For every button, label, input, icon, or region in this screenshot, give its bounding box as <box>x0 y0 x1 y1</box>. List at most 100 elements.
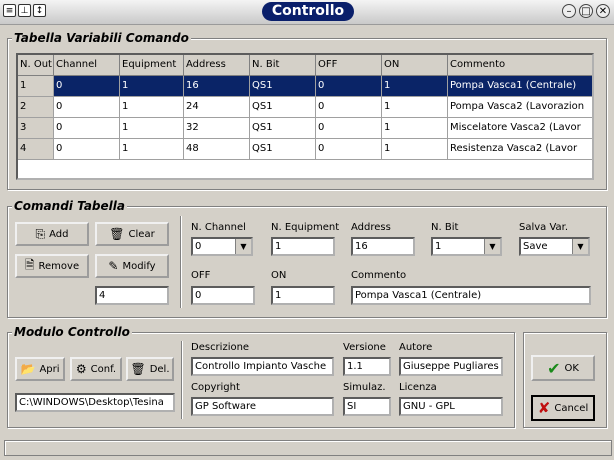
column-header[interactable]: ON <box>382 55 448 76</box>
table-cell[interactable]: 1 <box>120 97 184 118</box>
apri-button[interactable]: 📂 Apri <box>15 357 65 381</box>
descrizione-label: Descrizione <box>191 342 250 353</box>
table-cell[interactable]: 4 <box>18 139 54 160</box>
cancel-button[interactable]: ✘ Cancel <box>531 395 595 421</box>
cancel-icon: ✘ <box>537 399 551 417</box>
commento-field[interactable]: Pompa Vasca1 (Centrale) <box>351 286 591 305</box>
table-cell[interactable]: 0 <box>316 76 382 97</box>
salva-select[interactable]: Save ▼ <box>519 237 590 256</box>
conf-button[interactable]: ⚙ Conf. <box>70 357 122 381</box>
del-button[interactable]: 🗑 Del. <box>126 357 174 381</box>
table-cell[interactable]: 1 <box>382 97 448 118</box>
minimize-icon[interactable]: – <box>562 4 576 18</box>
copyright-field[interactable]: GP Software <box>191 397 334 416</box>
table-cell[interactable]: 1 <box>382 76 448 97</box>
address-field[interactable]: 16 <box>351 237 415 256</box>
autore-label: Autore <box>399 342 433 353</box>
table-cell[interactable]: 32 <box>184 118 250 139</box>
n-bit-select[interactable]: 1 ▼ <box>431 237 502 256</box>
title-bar[interactable]: ≡ ⊥ ↕ Controllo – □ ✕ <box>0 0 614 25</box>
table-cell[interactable]: 1 <box>120 76 184 97</box>
table-cell[interactable]: 0 <box>54 97 120 118</box>
table-cell[interactable]: QS1 <box>250 76 316 97</box>
column-header[interactable]: OFF <box>316 55 382 76</box>
table-group-label: Tabella Variabili Comando <box>12 31 191 45</box>
separator <box>180 216 181 308</box>
config-icon: ⚙ <box>75 362 87 376</box>
n-channel-select[interactable]: 0 ▼ <box>191 237 253 256</box>
table-cell[interactable]: Pompa Vasca1 (Centrale) <box>448 76 592 97</box>
table-cell[interactable]: 2 <box>18 97 54 118</box>
n-equipment-field[interactable]: 1 <box>271 237 335 256</box>
modulo-group-label: Modulo Controllo <box>12 325 132 339</box>
address-label: Address <box>351 222 391 233</box>
clear-button[interactable]: 🗑 Clear <box>95 222 169 246</box>
table-cell[interactable]: 1 <box>120 139 184 160</box>
simulaz-field[interactable]: SI <box>343 397 391 416</box>
add-button[interactable]: ⎘ Add <box>15 222 89 246</box>
table-row[interactable]: 4 0 1 48 QS1 0 1 Resistenza Vasca2 (Lavor <box>18 139 592 160</box>
table-cell[interactable]: 0 <box>316 97 382 118</box>
copy-icon: ⎘ <box>35 226 46 241</box>
versione-field[interactable]: 1.1 <box>343 357 391 376</box>
licenza-field[interactable]: GNU - GPL <box>399 397 503 416</box>
folder-open-icon: 📂 <box>20 362 36 376</box>
table-cell[interactable]: 0 <box>54 76 120 97</box>
table-cell[interactable]: 0 <box>316 139 382 160</box>
table-cell[interactable]: 48 <box>184 139 250 160</box>
column-header[interactable]: N. Out. <box>18 55 54 76</box>
remove-button[interactable]: 🗎 Remove <box>15 254 89 278</box>
window-menu-icon[interactable]: ≡ <box>3 4 16 17</box>
table-cell[interactable]: 1 <box>18 76 54 97</box>
autore-field[interactable]: Giuseppe Pugliares <box>399 357 503 376</box>
column-header[interactable]: Channel <box>54 55 120 76</box>
licenza-label: Licenza <box>399 382 437 393</box>
table-cell[interactable]: 0 <box>54 139 120 160</box>
edit-icon: ✎ <box>108 259 119 273</box>
pin-icon[interactable]: ⊥ <box>18 4 31 17</box>
chevron-down-icon[interactable]: ▼ <box>484 239 500 254</box>
column-header[interactable]: Commento <box>448 55 592 76</box>
table-row[interactable]: 2 0 1 24 QS1 0 1 Pompa Vasca2 (Lavorazion <box>18 97 592 118</box>
column-header[interactable]: Equipment <box>120 55 184 76</box>
close-icon[interactable]: ✕ <box>596 4 610 18</box>
window-title: Controllo <box>262 2 354 21</box>
shade-icon[interactable]: ↕ <box>33 4 46 17</box>
table-cell[interactable]: 16 <box>184 76 250 97</box>
on-label: ON <box>271 270 287 281</box>
table-cell[interactable]: Pompa Vasca2 (Lavorazion <box>448 97 592 118</box>
n-equipment-label: N. Equipment <box>271 222 340 233</box>
table-cell[interactable]: Miscelatore Vasca2 (Lavor <box>448 118 592 139</box>
variables-table[interactable]: N. Out. Channel Equipment Address N. Bit OFF O… <box>16 53 594 180</box>
table-cell[interactable]: QS1 <box>250 118 316 139</box>
table-row[interactable]: 3 0 1 32 QS1 0 1 Miscelatore Vasca2 (Lavor <box>18 118 592 139</box>
ok-button[interactable]: ✔ OK <box>531 355 595 381</box>
table-cell[interactable]: 3 <box>18 118 54 139</box>
table-cell[interactable]: 1 <box>120 118 184 139</box>
table-cell[interactable]: QS1 <box>250 139 316 160</box>
trash-icon: 🗑 <box>130 362 146 376</box>
off-label: OFF <box>191 270 211 281</box>
table-cell[interactable]: 1 <box>382 139 448 160</box>
table-cell[interactable]: Resistenza Vasca2 (Lavor <box>448 139 592 160</box>
copyright-label: Copyright <box>191 382 240 393</box>
table-header: N. Out. Channel Equipment Address N. Bit OFF O… <box>18 55 592 76</box>
count-field[interactable]: 4 <box>95 286 169 305</box>
table-cell[interactable]: 24 <box>184 97 250 118</box>
table-cell[interactable]: QS1 <box>250 97 316 118</box>
table-row[interactable]: 1 0 1 16 QS1 0 1 Pompa Vasca1 (Centrale) <box>18 76 592 97</box>
modify-button[interactable]: ✎ Modify <box>95 254 169 278</box>
maximize-icon[interactable]: □ <box>579 4 593 18</box>
chevron-down-icon[interactable]: ▼ <box>572 239 588 254</box>
table-cell[interactable]: 1 <box>382 118 448 139</box>
trash-icon: 🗑 <box>109 227 125 241</box>
off-field[interactable]: 0 <box>191 286 255 305</box>
descrizione-field[interactable]: Controllo Impianto Vasche <box>191 357 334 376</box>
table-cell[interactable]: 0 <box>54 118 120 139</box>
path-field[interactable]: C:\WINDOWS\Desktop\Tesina <box>15 393 175 412</box>
column-header[interactable]: N. Bit <box>250 55 316 76</box>
column-header[interactable]: Address <box>184 55 250 76</box>
on-field[interactable]: 1 <box>271 286 335 305</box>
chevron-down-icon[interactable]: ▼ <box>235 239 251 254</box>
table-cell[interactable]: 0 <box>316 118 382 139</box>
